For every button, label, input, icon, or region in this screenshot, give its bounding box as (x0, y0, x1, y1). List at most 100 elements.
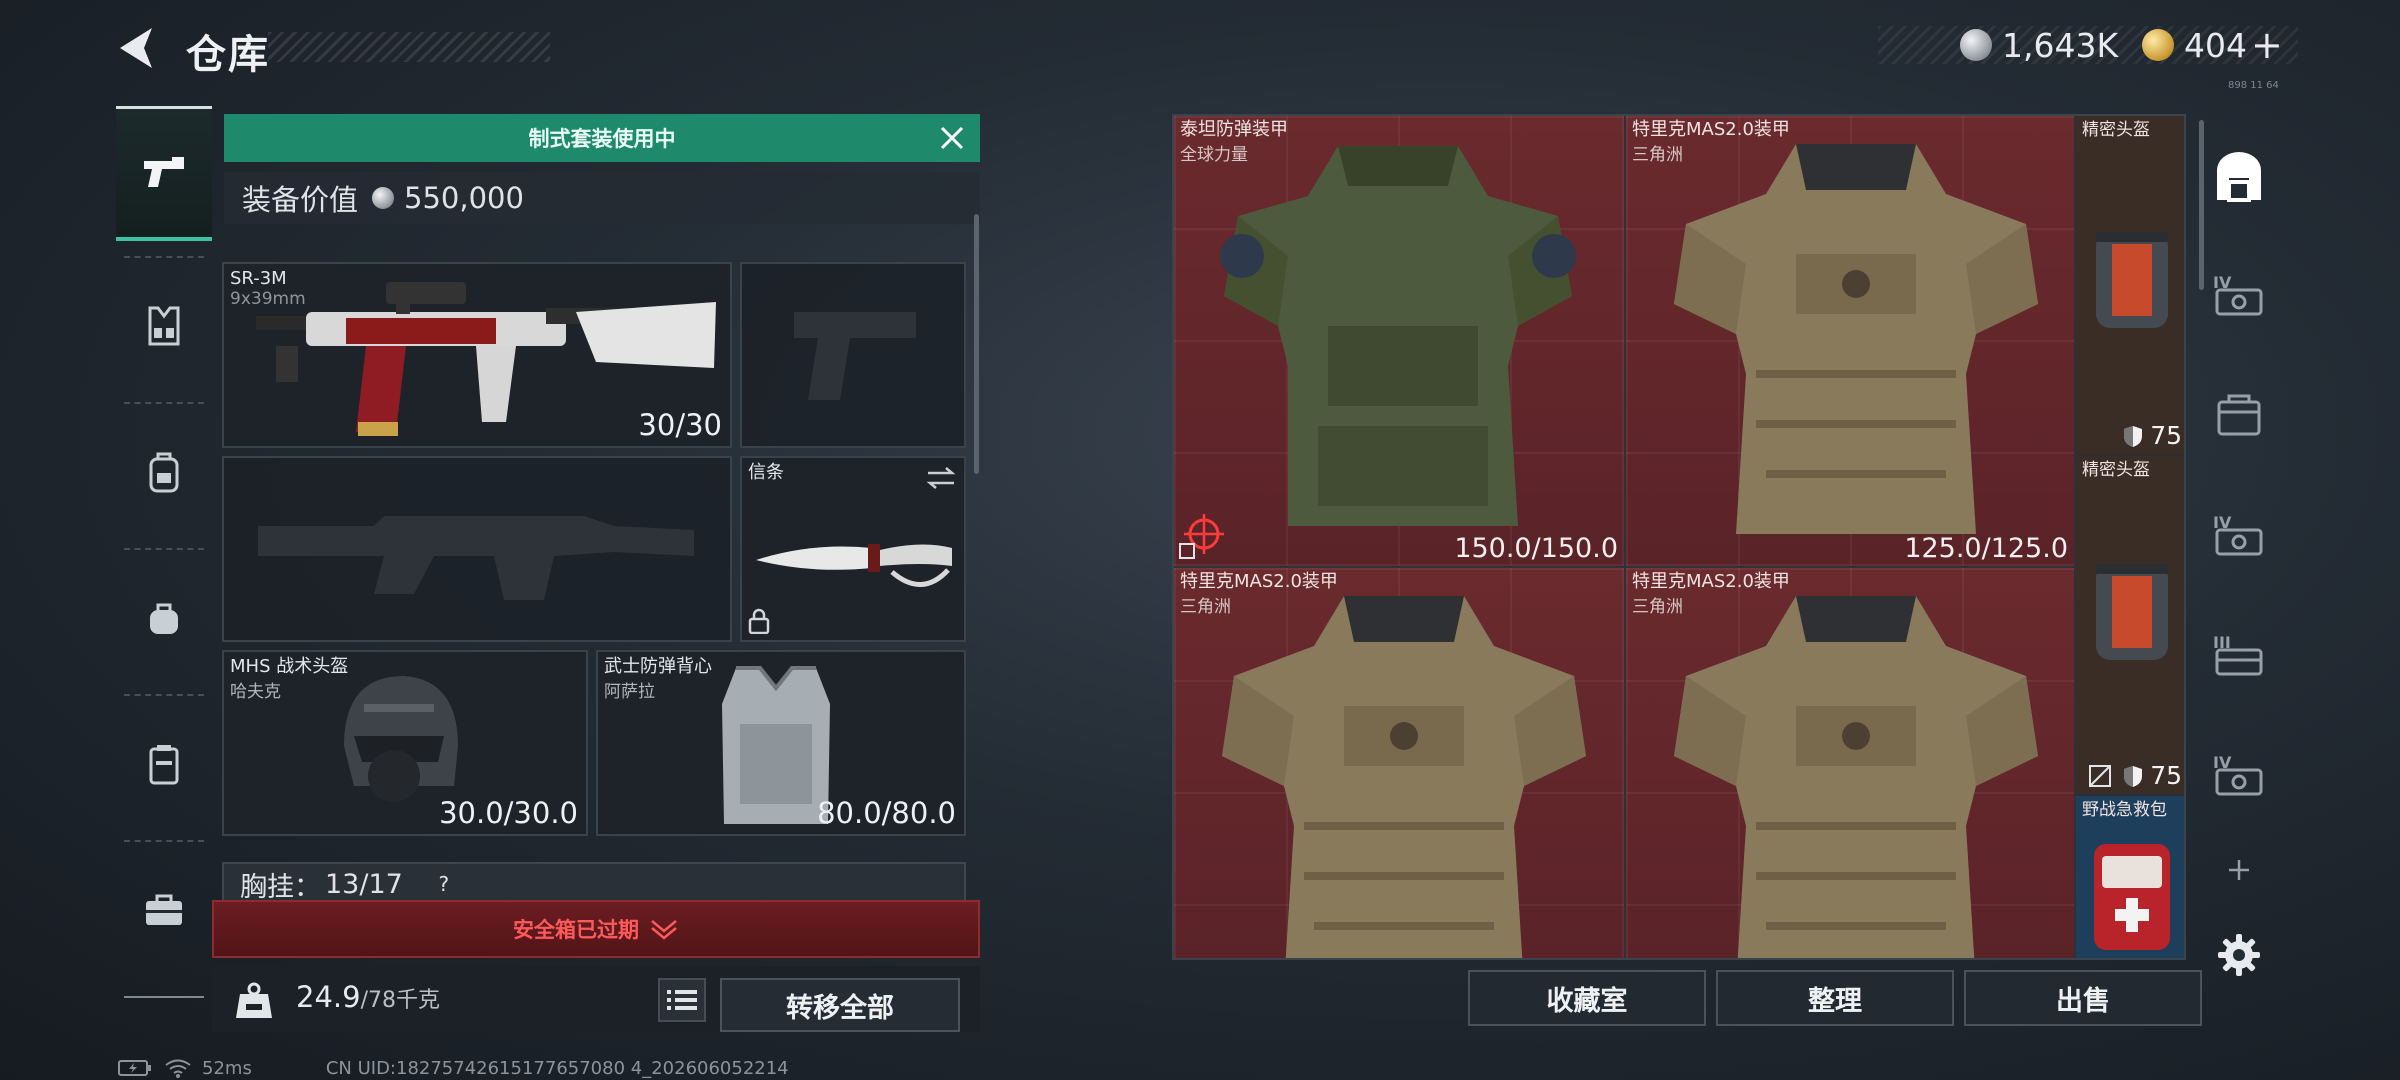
page-title: 仓库 (186, 32, 270, 78)
tab-all-storage[interactable] (2196, 122, 2282, 232)
storage-item[interactable]: 特里克MAS2.0装甲 三角洲 (1626, 568, 2076, 958)
tab-storage-case[interactable]: IV (2196, 240, 2282, 350)
add-storage-tab-button[interactable] (2196, 840, 2282, 900)
camo-armor-icon (1222, 596, 1586, 958)
tier-iv-case-icon: IV (2213, 753, 2263, 796)
toolbox-icon (146, 894, 182, 925)
left-category-nav (116, 106, 212, 1010)
target-marked-icon[interactable] (1178, 514, 1224, 560)
item-armor-value: 75 (2122, 421, 2182, 450)
item-durability: 150.0/150.0 (1454, 533, 1618, 564)
storage-actions: 收藏室 整理 出售 (1468, 970, 2204, 1026)
storage-item[interactable]: 泰坦防弹装甲 全球力量 150.0/150.0 (1174, 116, 1626, 568)
unmarked-icon (2089, 764, 2112, 787)
back-arrow-icon (120, 28, 152, 68)
storage-item[interactable]: 野战急救包 (2076, 796, 2184, 958)
precision-helmet-icon (2096, 232, 2168, 328)
add-currency-icon[interactable]: + (2251, 23, 2283, 67)
heavy-armor-icon (1220, 146, 1576, 526)
add-icon (2229, 860, 2249, 880)
precision-helmet-icon (2096, 564, 2168, 660)
item-armor-value: 75 (2088, 761, 2182, 790)
transfer-all-button[interactable]: 转移全部 (720, 978, 960, 1032)
armor-slot[interactable]: 武士防弹背心 阿萨拉 80.0/80.0 (596, 650, 966, 836)
tab-storage-crate[interactable] (2196, 360, 2282, 470)
nav-chest-rig[interactable] (116, 258, 212, 393)
silver-amount: 1,643K (2002, 25, 2119, 65)
equipment-value: 550,000 (404, 181, 524, 215)
chest-rig-icon (148, 306, 180, 345)
chest-rig-count: 13/17 (325, 868, 403, 900)
gold-amount: 404 (2184, 25, 2247, 65)
armor-value: 75 (2150, 421, 2182, 450)
item-name: 精密头盔 (2082, 460, 2150, 480)
camo-armor-icon (1674, 596, 2038, 958)
primary-ammo-count: 30/30 (638, 408, 722, 442)
collection-room-button[interactable]: 收藏室 (1468, 970, 1706, 1026)
nav-bag[interactable] (116, 550, 212, 685)
primary-weapon-slot[interactable]: SR-3M 9x39mm 30/30 (222, 262, 732, 448)
shield-icon (2124, 765, 2143, 787)
weight-readout: 24.9/78千克 (296, 980, 440, 1014)
tab-storage-case[interactable]: IV (2196, 720, 2282, 830)
sidearm-slot[interactable] (740, 262, 966, 448)
nav-weapons[interactable] (116, 106, 212, 241)
battery-icon (118, 1060, 151, 1076)
storage-item[interactable]: 特里克MAS2.0装甲 三角洲 125.0/125.0 (1626, 116, 2076, 568)
status-bar: 52ms CN UID:18275742615177657080 4_20260… (118, 1056, 801, 1080)
helmet-durability: 30.0/30.0 (439, 796, 578, 830)
list-view-button[interactable] (658, 978, 706, 1022)
lock-icon (748, 608, 770, 634)
backpack-icon (149, 452, 179, 492)
player-uid: CN UID:18275742615177657080 4_2026060522… (325, 1057, 789, 1079)
equipment-value-label: 装备价值 (242, 183, 359, 217)
crate-icon (2217, 394, 2261, 436)
storage-item[interactable]: 精密头盔 75 (2076, 116, 2184, 456)
item-name: 野战急救包 (2082, 800, 2167, 820)
safebox-expired-bar[interactable]: 安全箱已过期 (212, 900, 980, 958)
bag-icon (150, 603, 178, 634)
help-icon[interactable]: ? (429, 869, 459, 899)
helmet-brand: 哈夫克 (230, 682, 281, 702)
title-decoration (268, 32, 550, 62)
panel-scrollbar[interactable] (974, 214, 979, 474)
top-bar: 仓库 1,643K 404 + 898 11 64 (0, 0, 2400, 100)
pistol-placeholder-icon (794, 312, 916, 400)
sort-button[interactable]: 整理 (1716, 970, 1954, 1026)
secondary-weapon-slot[interactable] (222, 456, 732, 642)
gold-currency[interactable]: 404 + (2142, 23, 2283, 67)
helmet-slot[interactable]: MHS 战术头盔 哈夫克 30.0/30.0 (222, 650, 588, 836)
armor-value: 75 (2150, 761, 2182, 790)
chevron-down-icon (651, 920, 677, 940)
safebox-expired-text: 安全箱已过期 (513, 918, 639, 942)
nav-case[interactable] (116, 696, 212, 831)
tier-iii-crate-icon: III (2213, 633, 2263, 676)
nav-toolbox[interactable] (116, 842, 212, 977)
weight-current: 24.9 (296, 980, 361, 1014)
silver-coin-icon (1960, 29, 1992, 61)
storage-grid: 泰坦防弹装甲 全球力量 150.0/150.0 特里克MAS2.0装甲 三角洲 (1172, 114, 2186, 960)
tab-storage-crate[interactable]: III (2196, 600, 2282, 710)
gold-coin-icon (2142, 29, 2174, 61)
melee-slot[interactable]: 信条 (740, 456, 966, 642)
close-icon[interactable] (938, 124, 966, 152)
back-button[interactable] (112, 22, 164, 74)
settings-button[interactable] (2196, 920, 2282, 990)
currency-display: 1,643K 404 + (1878, 23, 2298, 67)
storage-item[interactable]: 精密头盔 75 (2076, 456, 2184, 796)
storage-item[interactable]: 特里克MAS2.0装甲 三角洲 (1174, 568, 1626, 958)
case-icon (149, 744, 179, 784)
item-name: 精密头盔 (2082, 120, 2150, 140)
swap-icon[interactable] (926, 466, 956, 490)
chest-rig-label: 胸挂： (240, 871, 321, 903)
nav-backpack[interactable] (116, 404, 212, 539)
camo-armor-icon (1674, 144, 2038, 534)
armor-name: 武士防弹背心 (604, 656, 712, 677)
tab-storage-case[interactable]: IV (2196, 480, 2282, 590)
suit-banner-text: 制式套装使用中 (528, 127, 676, 151)
item-durability: 125.0/125.0 (1904, 533, 2068, 564)
sell-button[interactable]: 出售 (1964, 970, 2202, 1026)
knife-icon (756, 544, 952, 587)
helmet-icon (344, 676, 458, 802)
wifi-icon (165, 1059, 191, 1078)
